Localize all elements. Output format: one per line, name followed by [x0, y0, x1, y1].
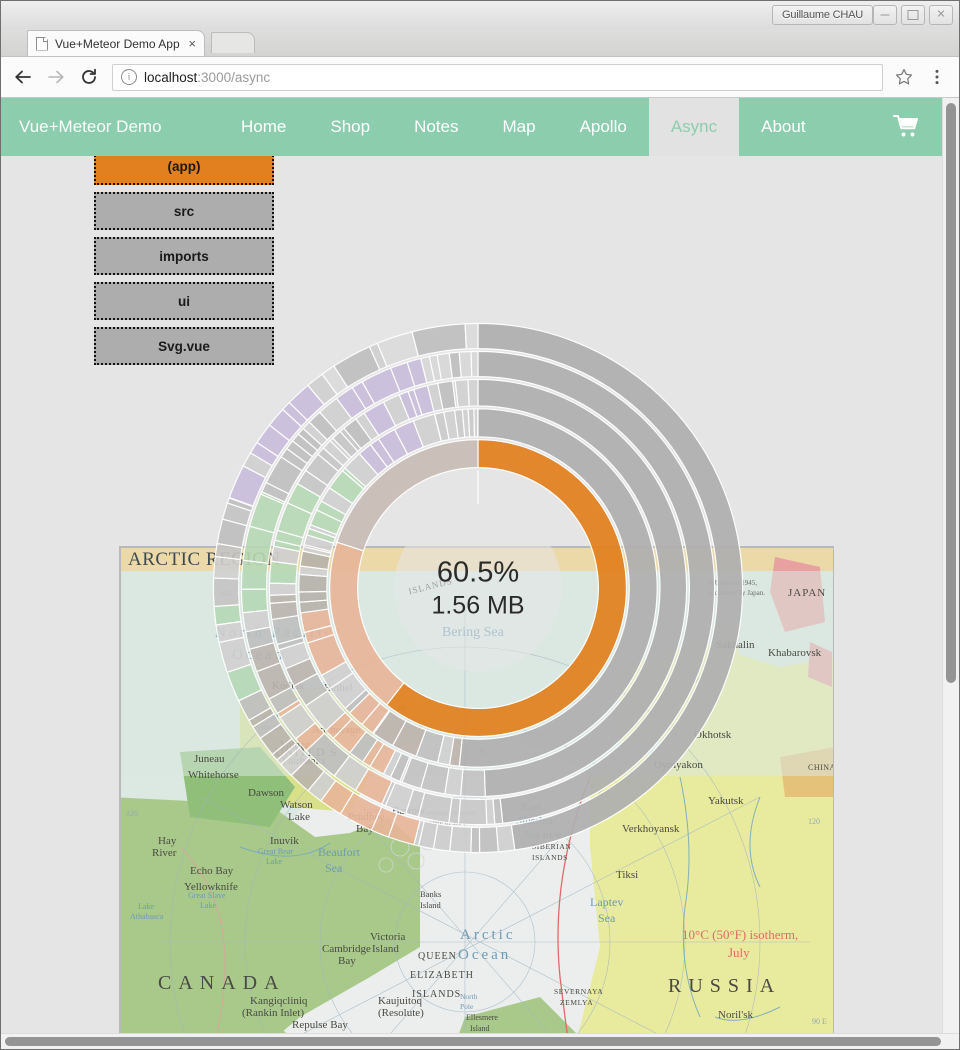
sunburst-segment[interactable]	[298, 590, 328, 603]
shopping-cart-icon	[893, 115, 918, 137]
menu-icon[interactable]	[925, 65, 949, 89]
breadcrumb-label: src	[173, 203, 195, 219]
window-controls: ✕	[873, 5, 953, 25]
sunburst-segment[interactable]	[464, 322, 479, 350]
horizontal-scrollbar-thumb[interactable]	[5, 1037, 941, 1046]
sunburst-segment[interactable]	[495, 824, 516, 853]
sunburst-segment[interactable]	[473, 408, 479, 438]
tab-close-icon[interactable]: ×	[188, 37, 196, 50]
sunburst-segment[interactable]	[268, 582, 297, 596]
browser-tab[interactable]: Vue+Meteor Demo App ×	[27, 30, 205, 56]
browser-tabstrip: Vue+Meteor Demo App ×	[1, 29, 959, 57]
page-icon	[36, 36, 48, 51]
minimize-button[interactable]	[873, 5, 897, 25]
nav-item-about[interactable]: About	[739, 98, 827, 156]
close-icon: ✕	[936, 8, 946, 21]
nav-item-shop[interactable]: Shop	[308, 98, 392, 156]
nav-item-map[interactable]: Map	[480, 98, 557, 156]
forward-icon[interactable]	[44, 65, 68, 89]
url-host: localhost	[144, 69, 198, 85]
breadcrumb-ui[interactable]: ui	[94, 282, 274, 320]
window-title: Guillaume CHAU	[772, 5, 873, 25]
sunburst-segment[interactable]	[458, 350, 473, 378]
breadcrumb-label: ui	[178, 293, 190, 309]
sunburst-segment[interactable]	[212, 555, 241, 580]
sunburst-segment[interactable]	[212, 577, 240, 608]
nav-item-home[interactable]: Home	[219, 98, 308, 156]
sunburst-segment[interactable]	[467, 378, 479, 407]
cart-button[interactable]	[871, 98, 943, 156]
browser-window: Guillaume CHAU ✕ Vue+Meteor Demo App × i…	[0, 0, 960, 1050]
nav-links: Home Shop Notes Map Apollo Async About	[219, 98, 871, 156]
bookmark-star-icon[interactable]	[892, 65, 916, 89]
sunburst-segment[interactable]	[470, 350, 479, 378]
sunburst-segment[interactable]	[411, 323, 467, 357]
breadcrumb-label: imports	[159, 248, 209, 264]
horizontal-scrollbar[interactable]	[1, 1033, 959, 1049]
breadcrumb-app[interactable]: (app)	[94, 156, 274, 185]
app-brand[interactable]: Vue+Meteor Demo	[1, 98, 219, 156]
sunburst-segment[interactable]	[478, 826, 499, 854]
url-text: localhost:3000/async	[144, 70, 270, 85]
breadcrumb-imports[interactable]: imports	[94, 237, 274, 275]
sunburst-segment[interactable]	[454, 379, 470, 408]
breadcrumb-label: Svg.vue	[158, 338, 210, 354]
close-button[interactable]: ✕	[929, 5, 953, 25]
address-bar[interactable]: localhost:3000/async	[112, 63, 883, 91]
sunburst-segment[interactable]	[457, 798, 488, 826]
app-navbar: Vue+Meteor Demo Home Shop Notes Map Apol…	[1, 98, 943, 156]
sunburst-segment[interactable]	[448, 825, 473, 854]
nav-item-async[interactable]: Async	[648, 98, 740, 156]
nav-item-apollo[interactable]: Apollo	[558, 98, 649, 156]
breadcrumb-trail: bundle (app) src imports ui Sv	[94, 156, 274, 372]
vertical-scrollbar[interactable]	[942, 98, 959, 1034]
sunburst-segment[interactable]	[298, 573, 328, 593]
window-titlebar: Guillaume CHAU ✕	[1, 1, 959, 29]
sunburst-segment[interactable]	[470, 826, 481, 854]
sunburst-svg[interactable]	[198, 308, 758, 868]
maximize-button[interactable]	[901, 5, 925, 25]
browser-toolbar: localhost:3000/async	[1, 57, 959, 98]
back-icon[interactable]	[11, 65, 35, 89]
nav-item-notes[interactable]: Notes	[392, 98, 480, 156]
sunburst-chart[interactable]: 60.5% 1.56 MB	[198, 308, 758, 868]
vertical-scrollbar-thumb[interactable]	[946, 103, 956, 683]
reload-icon[interactable]	[77, 65, 101, 89]
breadcrumb-label: (app)	[167, 158, 201, 174]
site-info-icon[interactable]	[121, 69, 137, 85]
web-page: Vue+Meteor Demo Home Shop Notes Map Apol…	[1, 98, 943, 1034]
breadcrumb-svg-vue[interactable]: Svg.vue	[94, 327, 274, 365]
url-path: :3000/async	[197, 69, 271, 85]
breadcrumb-src[interactable]: src	[94, 192, 274, 230]
sunburst-segment[interactable]	[240, 559, 269, 590]
async-chart-area: ARCTIC REGION North Pacific Ocean Bering…	[79, 156, 943, 1034]
browser-viewport: Vue+Meteor Demo Home Shop Notes Map Apol…	[1, 98, 959, 1049]
sunburst-segment[interactable]	[213, 604, 242, 626]
sunburst-center-disc	[394, 504, 562, 672]
tab-title: Vue+Meteor Demo App	[55, 36, 180, 51]
sunburst-segment[interactable]	[459, 768, 486, 798]
sunburst-segment[interactable]	[240, 588, 269, 614]
scrollbar-corner	[943, 1034, 959, 1049]
new-tab-button[interactable]	[211, 32, 255, 53]
